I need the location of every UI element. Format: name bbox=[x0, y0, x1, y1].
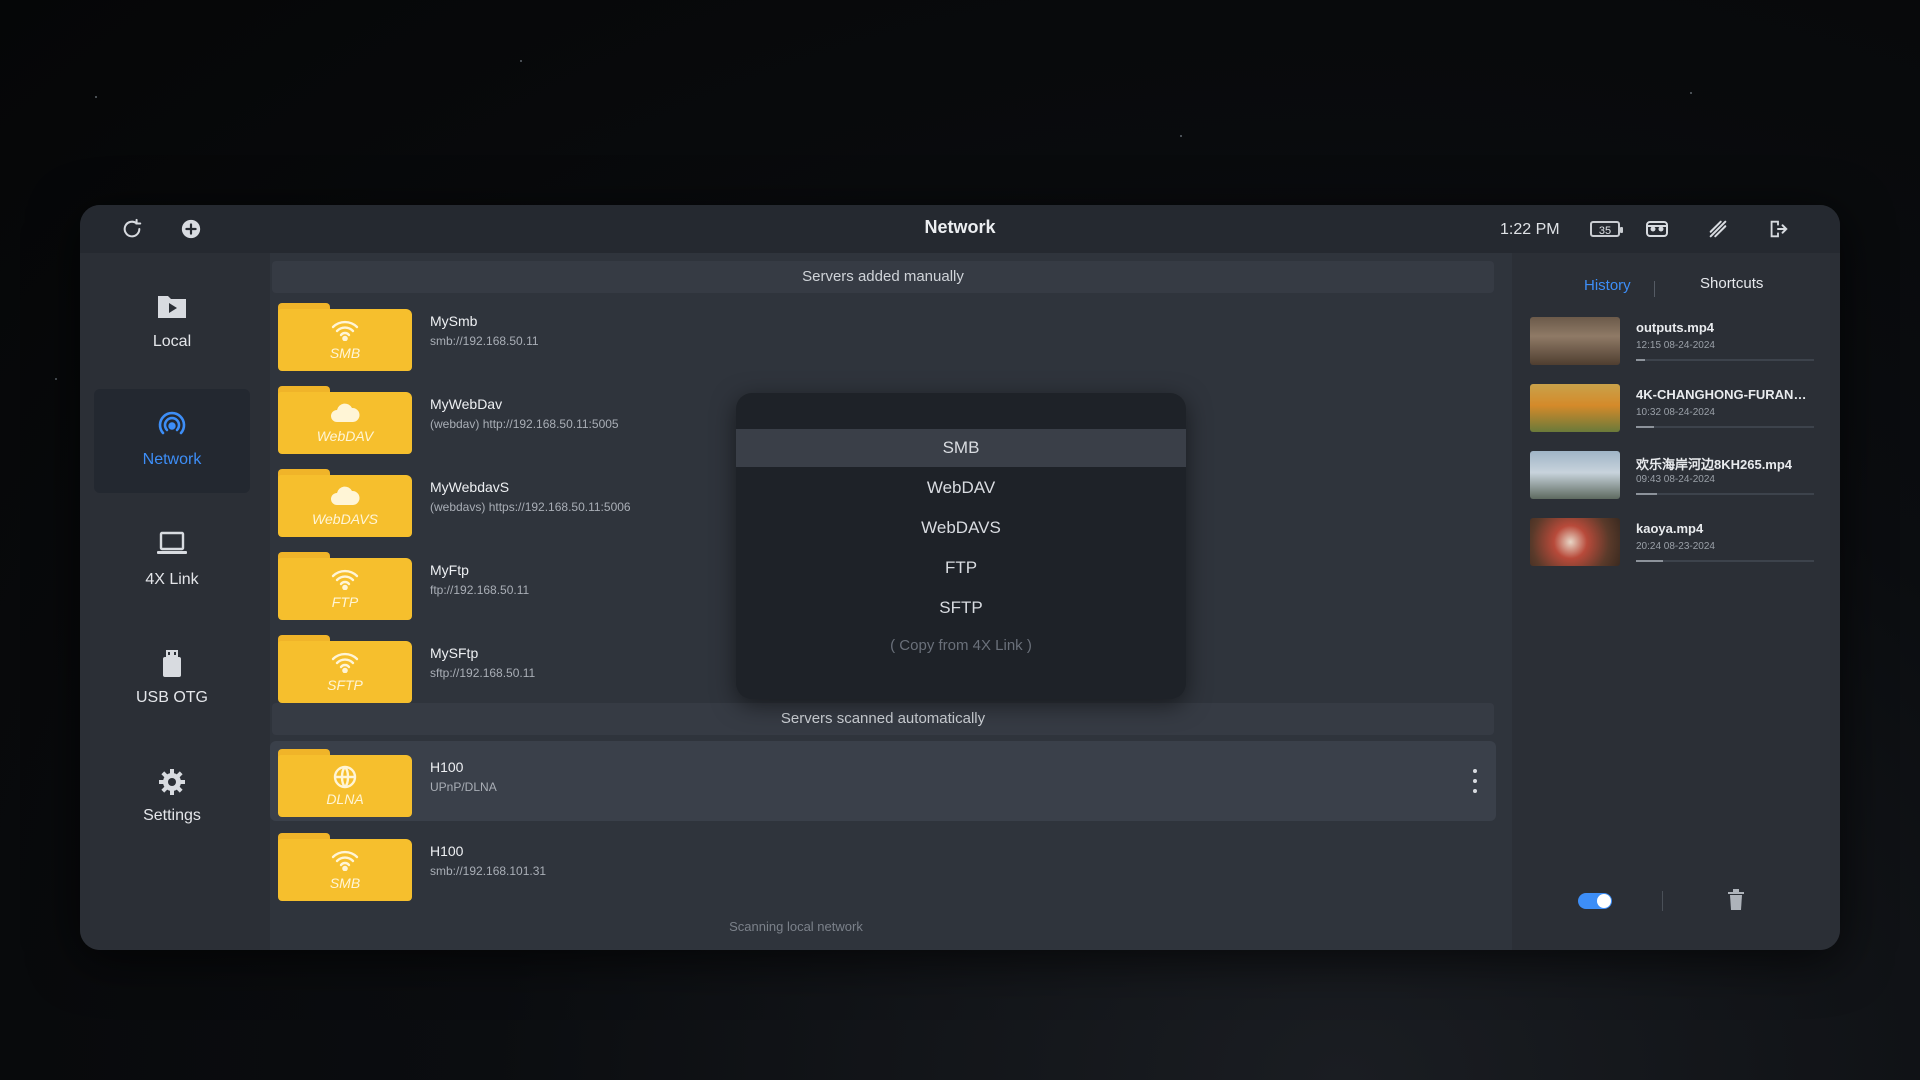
history-item[interactable]: outputs.mp4 12:15 08-24-2024 bbox=[1530, 317, 1820, 371]
sidebar-item-label: 4X Link bbox=[145, 571, 199, 588]
server-address: ftp://192.168.50.11 bbox=[430, 583, 530, 597]
sidebar-item-label: Settings bbox=[143, 807, 201, 824]
history-title: 4K-CHANGHONG-FURANO-... bbox=[1636, 387, 1816, 402]
battery-indicator: 35 bbox=[1590, 221, 1623, 237]
clock: 1:22 PM bbox=[1500, 221, 1560, 238]
history-item[interactable]: 欢乐海岸河边8KH265.mp4 09:43 08-24-2024 bbox=[1530, 451, 1820, 505]
page-title: Network bbox=[924, 217, 996, 237]
server-name: MyWebdavS bbox=[430, 479, 510, 495]
exit-icon[interactable] bbox=[1764, 215, 1792, 243]
top-bar: Network 1:22 PM 35 bbox=[80, 205, 1840, 253]
sidebar-item-label: Network bbox=[142, 451, 202, 468]
video-thumbnail bbox=[1530, 317, 1620, 365]
sidebar-item-settings[interactable]: Settings bbox=[94, 745, 250, 849]
history-progress bbox=[1636, 493, 1814, 495]
sftp-folder-icon: SFTP bbox=[278, 635, 412, 703]
video-thumbnail bbox=[1530, 518, 1620, 566]
cloud-icon bbox=[278, 485, 412, 507]
sidebar-item-4x-link[interactable]: 4X Link bbox=[94, 509, 250, 613]
server-name: MySFtp bbox=[430, 645, 479, 661]
section-header-manual: Servers added manually bbox=[272, 261, 1494, 293]
server-name: MyWebDav bbox=[430, 396, 503, 412]
video-thumbnail bbox=[1530, 384, 1620, 432]
menu-item-copy-from-4x-link[interactable]: ( Copy from 4X Link ) bbox=[736, 627, 1186, 665]
server-address: (webdavs) https://192.168.50.11:5006 bbox=[430, 500, 631, 514]
sidebar-item-label: Local bbox=[152, 333, 192, 350]
webdavs-folder-icon: WebDAVS bbox=[278, 469, 412, 537]
menu-item-webdavs[interactable]: WebDAVS bbox=[736, 509, 1186, 547]
smb-folder-icon: SMB bbox=[278, 833, 412, 901]
smb-folder-icon: SMB bbox=[278, 303, 412, 371]
history-time: 20:24 08-23-2024 bbox=[1636, 541, 1715, 552]
server-address: (webdav) http://192.168.50.11:5005 bbox=[430, 417, 619, 431]
sidebar-item-usb-otg[interactable]: USB OTG bbox=[94, 627, 250, 731]
history-panel: History Shortcuts outputs.mp4 12:15 08-2… bbox=[1512, 253, 1840, 950]
ftp-folder-icon: FTP bbox=[278, 552, 412, 620]
history-time: 10:32 08-24-2024 bbox=[1636, 407, 1715, 418]
dlna-icon bbox=[278, 765, 412, 789]
history-title: 欢乐海岸河边8KH265.mp4 bbox=[1636, 457, 1793, 472]
wifi-icon bbox=[278, 849, 412, 871]
trash-icon[interactable] bbox=[1726, 889, 1748, 911]
server-row[interactable]: SMB H100 smb://192.168.101.31 bbox=[270, 825, 1496, 905]
magic-wand-icon[interactable] bbox=[1704, 215, 1732, 243]
footer-divider bbox=[1662, 891, 1663, 911]
history-item[interactable]: 4K-CHANGHONG-FURANO-... 10:32 08-24-2024 bbox=[1530, 384, 1820, 438]
scan-status: Scanning local network bbox=[729, 919, 863, 934]
history-progress bbox=[1636, 426, 1814, 428]
play-folder-icon bbox=[94, 293, 250, 323]
menu-item-webdav[interactable]: WebDAV bbox=[736, 469, 1186, 507]
server-name: MyFtp bbox=[430, 562, 469, 578]
more-options-icon[interactable] bbox=[1472, 769, 1478, 793]
sidebar-item-network[interactable]: Network bbox=[94, 389, 250, 493]
history-title: outputs.mp4 bbox=[1636, 320, 1714, 335]
history-progress bbox=[1636, 560, 1814, 562]
laptop-icon bbox=[94, 531, 250, 561]
menu-item-smb[interactable]: SMB bbox=[736, 429, 1186, 467]
tab-divider bbox=[1654, 281, 1655, 297]
wifi-icon bbox=[278, 319, 412, 341]
server-name: H100 bbox=[430, 843, 464, 859]
vr-headset-icon[interactable] bbox=[1643, 215, 1671, 243]
sidebar-item-label: USB OTG bbox=[135, 689, 208, 706]
sidebar: Local Network 4X Link USB OTG Settings bbox=[80, 253, 265, 950]
cloud-icon bbox=[278, 402, 412, 424]
server-name: H100 bbox=[430, 759, 464, 775]
history-item[interactable]: kaoya.mp4 20:24 08-23-2024 bbox=[1530, 518, 1820, 572]
tab-shortcuts[interactable]: Shortcuts bbox=[1700, 275, 1763, 292]
wifi-icon bbox=[278, 568, 412, 590]
menu-item-sftp[interactable]: SFTP bbox=[736, 589, 1186, 627]
server-address: sftp://192.168.50.11 bbox=[430, 666, 536, 680]
history-progress bbox=[1636, 359, 1814, 361]
network-signal-icon bbox=[94, 411, 250, 441]
server-address: smb://192.168.101.31 bbox=[430, 864, 547, 878]
dlna-folder-icon: DLNA bbox=[278, 749, 412, 817]
section-header-auto: Servers scanned automatically bbox=[272, 703, 1494, 735]
menu-item-ftp[interactable]: FTP bbox=[736, 549, 1186, 587]
tab-history[interactable]: History bbox=[1584, 277, 1631, 294]
server-row[interactable]: SMB MySmb smb://192.168.50.11 bbox=[270, 295, 1496, 375]
server-name: MySmb bbox=[430, 313, 478, 329]
webdav-folder-icon: WebDAV bbox=[278, 386, 412, 454]
history-time: 12:15 08-24-2024 bbox=[1636, 340, 1715, 351]
sidebar-item-local[interactable]: Local bbox=[94, 271, 250, 375]
history-time: 09:43 08-24-2024 bbox=[1636, 474, 1715, 485]
server-row[interactable]: DLNA H100 UPnP/DLNA bbox=[270, 741, 1496, 821]
server-address: UPnP/DLNA bbox=[430, 780, 497, 794]
wifi-icon bbox=[278, 651, 412, 673]
history-title: kaoya.mp4 bbox=[1636, 521, 1704, 536]
gear-icon bbox=[94, 767, 250, 797]
video-thumbnail bbox=[1530, 451, 1620, 499]
history-toggle[interactable] bbox=[1578, 893, 1612, 909]
add-server-type-menu: SMB WebDAV WebDAVS FTP SFTP ( Copy from … bbox=[736, 393, 1186, 699]
usb-drive-icon bbox=[94, 649, 250, 679]
server-address: smb://192.168.50.11 bbox=[430, 334, 539, 348]
